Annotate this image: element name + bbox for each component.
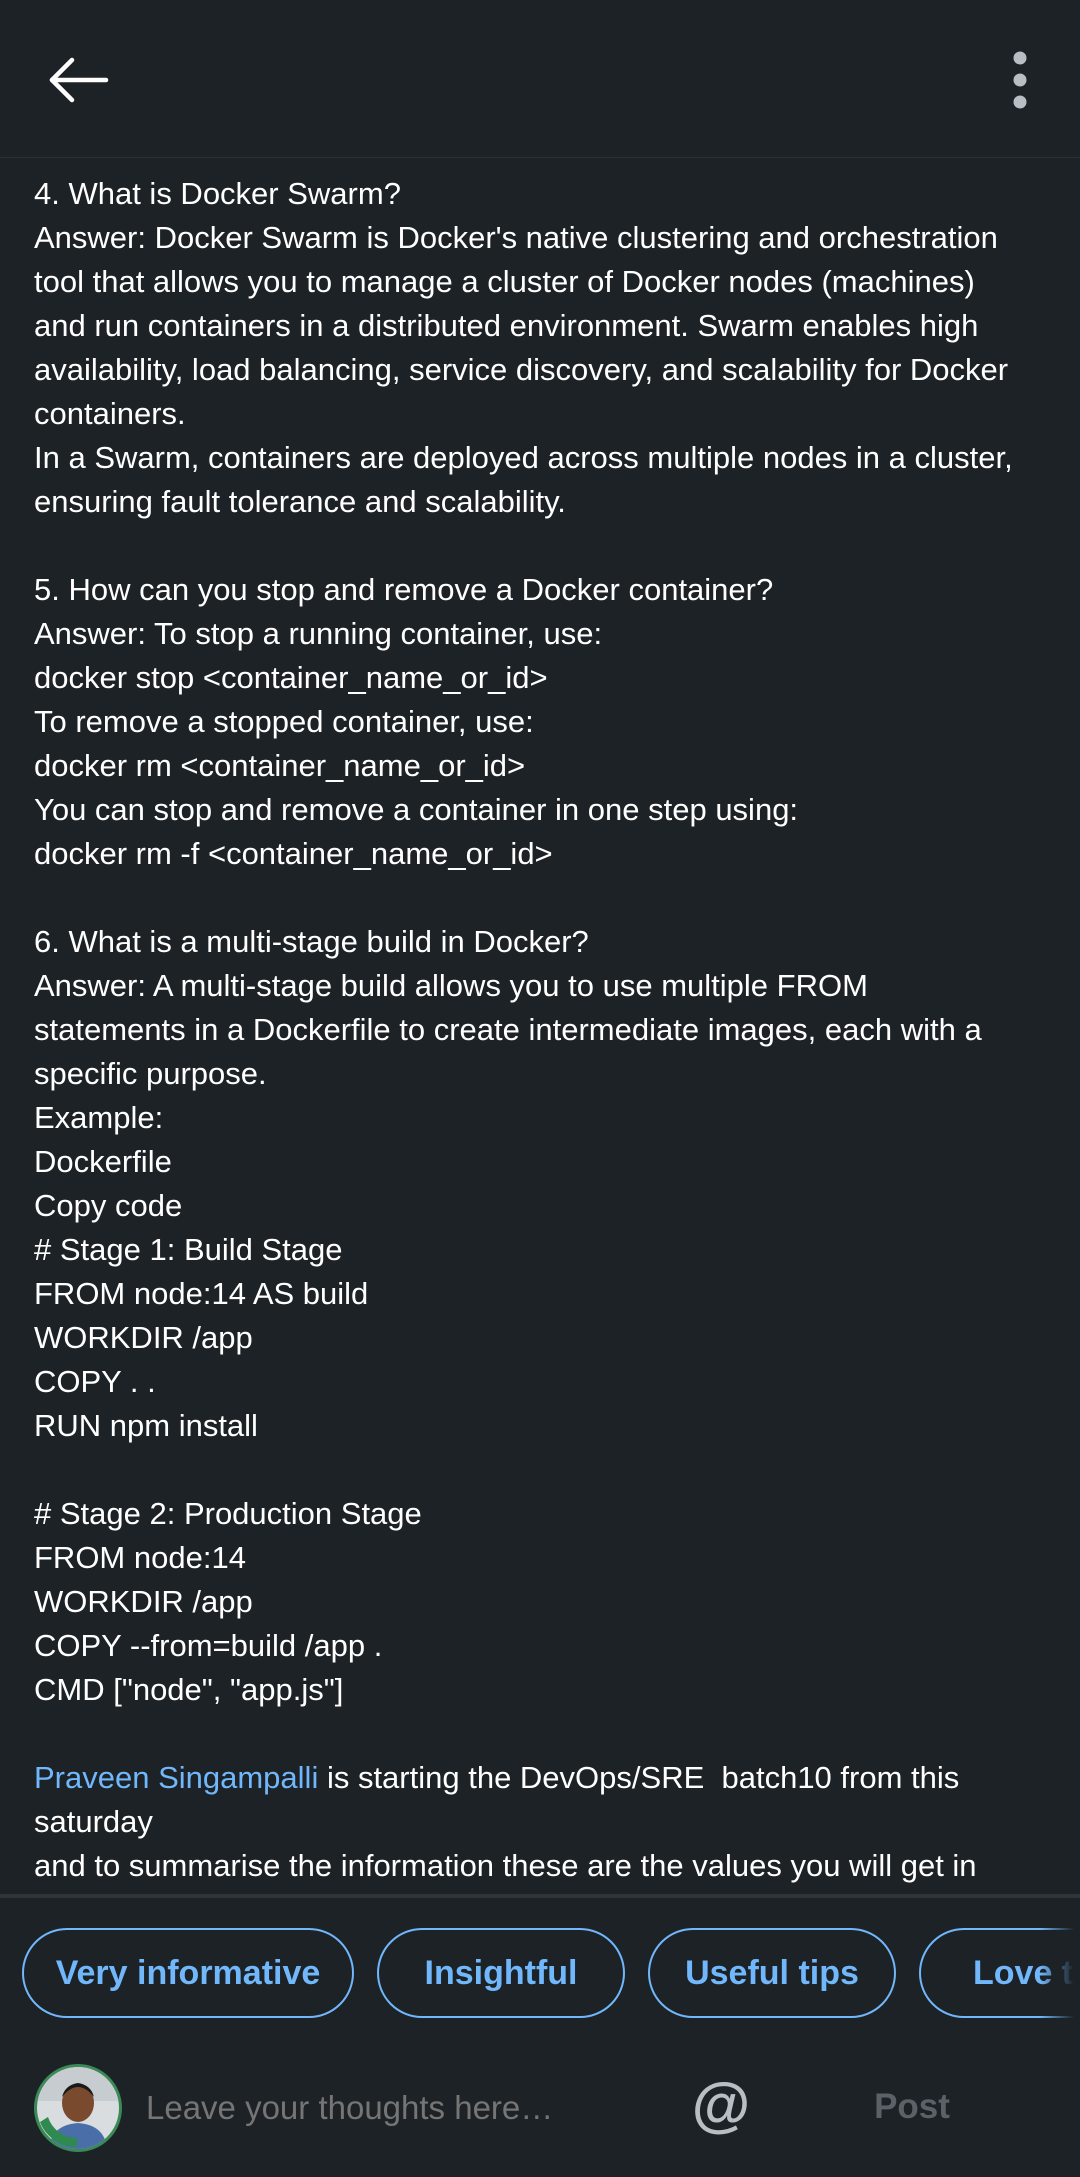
mention-line: Praveen Singampalli is starting the DevO… — [34, 1756, 1054, 1800]
post-text-line: docker rm -f <container_name_or_id> — [34, 836, 553, 871]
chip-very-informative[interactable]: Very informative — [22, 1928, 354, 2018]
post-text-line: availability, load balancing, service di… — [34, 352, 1009, 387]
post-text-line: Dockerfile — [34, 1144, 172, 1179]
back-button[interactable] — [30, 40, 126, 120]
post-text-line: CMD ["node", "app.js"] — [34, 1672, 344, 1707]
post-text-line: 6. What is a multi-stage build in Docker… — [34, 924, 589, 959]
post-text-line: RUN npm install — [34, 1408, 258, 1443]
post-text-line: COPY --from=build /app . — [34, 1628, 383, 1663]
post-text-line: and to summarise the information these a… — [34, 1848, 977, 1883]
post-text-line: tool that allows you to manage a cluster… — [34, 264, 975, 299]
post-text-line: In a Swarm, containers are deployed acro… — [34, 440, 1013, 475]
post-text-line: specific purpose. — [34, 1056, 267, 1091]
post-text-line: COPY . . — [34, 1364, 156, 1399]
post-text-line: WORKDIR /app — [34, 1584, 253, 1619]
post-text-line: docker stop <container_name_or_id> — [34, 660, 548, 695]
post-text-line: 4. What is Docker Swarm? — [34, 176, 401, 211]
chip-insightful[interactable]: Insightful — [377, 1928, 625, 2018]
post-body: 4. What is Docker Swarm? Answer: Docker S… — [34, 172, 1054, 1892]
post-button[interactable]: Post — [860, 2074, 964, 2140]
avatar[interactable] — [34, 2064, 122, 2152]
post-text-line: To remove a stopped container, use: — [34, 704, 534, 739]
post-text-line: FROM node:14 — [34, 1540, 246, 1575]
mention-button[interactable]: @ — [686, 2064, 756, 2144]
more-options-button[interactable] — [980, 40, 1060, 120]
top-app-bar — [0, 0, 1080, 158]
post-text-line: Example: — [34, 1100, 164, 1135]
post-detail-screen: 4. What is Docker Swarm? Answer: Docker S… — [0, 0, 1080, 2177]
post-text-line: saturday — [34, 1804, 153, 1839]
post-text-line: docker rm <container_name_or_id> — [34, 748, 526, 783]
post-text-line: Answer: Docker Swarm is Docker's native … — [34, 220, 998, 255]
mention-trailing-text: is starting the DevOps/SRE batch10 from … — [318, 1760, 960, 1795]
profile-mention-link[interactable]: Praveen Singampalli — [34, 1760, 318, 1795]
post-text-line: Answer: To stop a running container, use… — [34, 616, 603, 651]
more-vertical-icon — [1013, 51, 1027, 109]
post-text-line: You can stop and remove a container in o… — [34, 792, 799, 827]
post-text-line: FROM node:14 AS build — [34, 1276, 369, 1311]
comment-input[interactable] — [146, 2076, 666, 2140]
post-text-line: 5. How can you stop and remove a Docker … — [34, 572, 774, 607]
post-text-line: WORKDIR /app — [34, 1320, 253, 1355]
post-text-line: # Stage 1: Build Stage — [34, 1232, 343, 1267]
post-text-line: Copy code — [34, 1188, 183, 1223]
user-avatar-image — [37, 2067, 119, 2149]
post-text-line: statements in a Dockerfile to create int… — [34, 1012, 982, 1047]
post-text-line: Answer: A multi-stage build allows you t… — [34, 968, 868, 1003]
chip-useful-tips[interactable]: Useful tips — [648, 1928, 896, 2018]
post-text-line: containers. — [34, 396, 186, 431]
comment-composer: @ Post — [0, 2048, 1080, 2177]
reaction-chips-row[interactable]: Very informative Insightful Useful tips … — [0, 1898, 1080, 2048]
arrow-left-icon — [49, 57, 109, 103]
at-sign-icon: @ — [691, 2070, 751, 2138]
chips-fade-overlay — [1040, 1898, 1080, 2048]
post-text-line: # Stage 2: Production Stage — [34, 1496, 422, 1531]
post-text-line: ensuring fault tolerance and scalability… — [34, 484, 566, 519]
post-text-line: and run containers in a distributed envi… — [34, 308, 979, 343]
